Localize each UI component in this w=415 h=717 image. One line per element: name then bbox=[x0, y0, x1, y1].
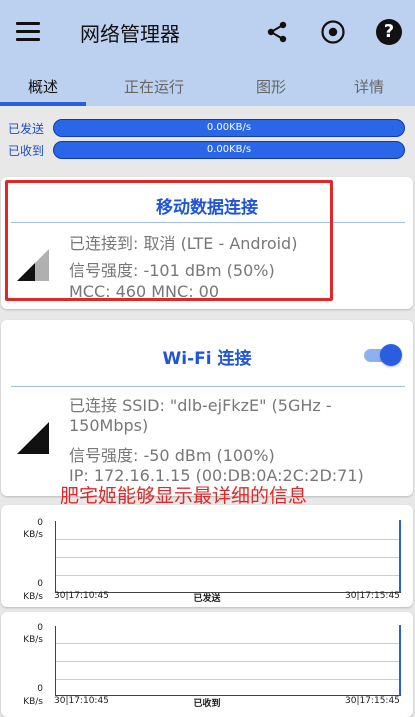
wifi-title: Wi-Fi 连接 bbox=[162, 349, 252, 369]
app-bar: 网络管理器 ? bbox=[0, 0, 415, 64]
sent-graph-spike bbox=[399, 520, 401, 592]
wifi-ssid: 已连接 SSID: "dlb-ejFkzE" (5GHz - bbox=[69, 396, 332, 415]
tab-indicator bbox=[0, 102, 86, 106]
received-graph-y-min: 0 bbox=[37, 684, 43, 694]
sent-graph-plot bbox=[55, 520, 401, 593]
sent-label: 已发送 bbox=[8, 122, 45, 136]
help-icon[interactable]: ? bbox=[376, 19, 402, 45]
divider bbox=[11, 386, 405, 387]
watermark-caption: 肥宅姬能够显示最详细的信息 bbox=[60, 485, 308, 507]
received-graph-card: 0 KB/s 0 KB/s 30|17:10:45 已收到 30|17:15:4… bbox=[1, 612, 413, 717]
sent-row: 已发送 0.00KB/s bbox=[0, 117, 415, 139]
tab-graph[interactable]: 图形 bbox=[256, 76, 286, 97]
received-graph-plot bbox=[55, 625, 401, 696]
wifi-card[interactable]: Wi-Fi 连接 已连接 SSID: "dlb-ejFkzE" (5GHz - … bbox=[1, 320, 413, 496]
received-rate-bar: 0.00KB/s bbox=[53, 141, 405, 159]
menu-icon[interactable] bbox=[16, 22, 40, 41]
sent-graph-y-max-unit: KB/s bbox=[23, 530, 43, 540]
wifi-signal-strength: 信号强度: -50 dBm (100%) bbox=[69, 446, 275, 465]
received-label: 已收到 bbox=[8, 144, 45, 158]
wifi-signal-icon bbox=[17, 422, 49, 454]
tab-bar: 概述 正在运行 图形 详情 bbox=[0, 64, 415, 106]
share-icon[interactable] bbox=[265, 20, 289, 44]
sent-graph-y-max: 0 bbox=[37, 518, 43, 528]
received-graph-end-time: 30|17:15:45 bbox=[345, 696, 400, 706]
wifi-ssid-continued: 150Mbps) bbox=[69, 416, 149, 435]
sent-rate-bar: 0.00KB/s bbox=[53, 119, 405, 137]
sent-graph-card: 0 KB/s 0 KB/s 30|17:10:45 已发送 30|17:15:4… bbox=[1, 505, 413, 607]
tab-details[interactable]: 详情 bbox=[354, 76, 384, 97]
traffic-summary: 已发送 0.00KB/s 已收到 0.00KB/s bbox=[0, 112, 415, 164]
received-row: 已收到 0.00KB/s bbox=[0, 139, 415, 161]
sent-graph-y-min: 0 bbox=[37, 579, 43, 589]
received-graph-y-max: 0 bbox=[37, 623, 43, 633]
sent-graph-end-time: 30|17:15:45 bbox=[345, 591, 400, 601]
received-graph-y-max-unit: KB/s bbox=[23, 635, 43, 645]
annotation-box bbox=[5, 180, 333, 301]
target-icon[interactable] bbox=[320, 19, 346, 45]
app-title: 网络管理器 bbox=[80, 22, 180, 46]
received-graph-spike bbox=[399, 625, 401, 695]
wifi-toggle[interactable] bbox=[364, 344, 402, 366]
wifi-toggle-knob bbox=[380, 344, 402, 366]
tab-running[interactable]: 正在运行 bbox=[124, 76, 184, 97]
tab-overview[interactable]: 概述 bbox=[28, 76, 58, 97]
